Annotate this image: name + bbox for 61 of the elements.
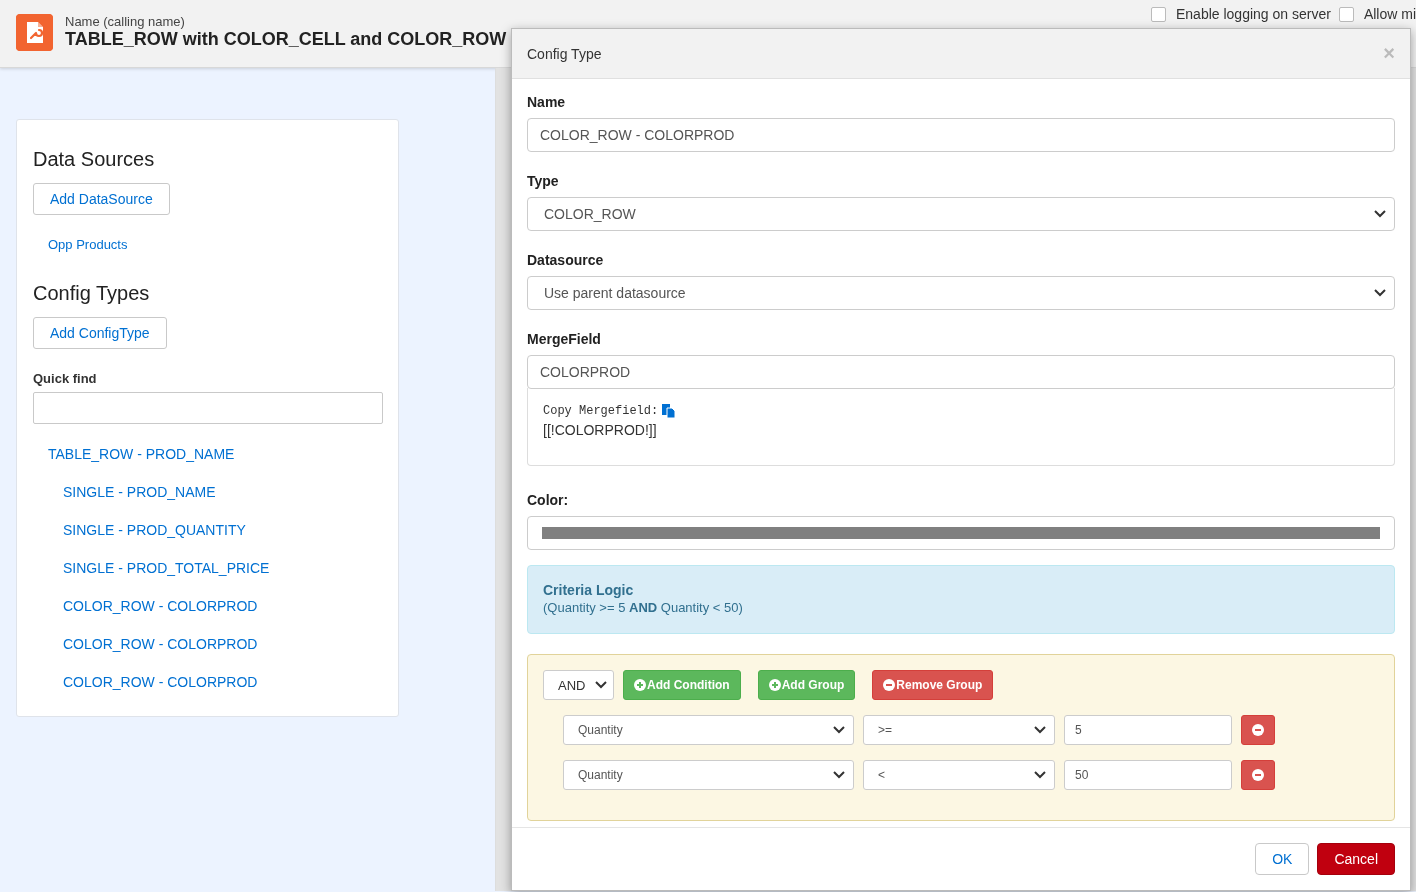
field-label: Color: [527, 492, 570, 508]
quick-find-field[interactable] [33, 392, 383, 424]
field-label: Name [527, 94, 567, 110]
option-label: Enable logging on server [1176, 6, 1331, 22]
chevron-down-icon [833, 771, 845, 779]
logic-select[interactable]: AND [543, 670, 614, 700]
tree-item[interactable]: COLOR_ROW - COLORPROD [63, 674, 382, 690]
checkbox[interactable] [1151, 6, 1166, 22]
value-field[interactable]: 50 [1064, 760, 1232, 790]
page-title: TABLE_ROW with COLOR_CELL and COLOR_ROW [65, 29, 507, 50]
remove-condition-button[interactable] [1241, 760, 1275, 790]
name-field[interactable]: COLOR_ROW - COLORPROD [527, 118, 1395, 152]
add-datasource-button[interactable]: Add DataSource [33, 183, 170, 215]
field-label: Datasource [527, 252, 605, 268]
tree-item[interactable]: TABLE_ROW - PROD_NAME [48, 446, 382, 462]
chevron-down-icon [1374, 210, 1386, 218]
chevron-down-icon [595, 681, 607, 689]
tree-item[interactable]: SINGLE - PROD_TOTAL_PRICE [63, 560, 382, 576]
operator-select[interactable]: < [863, 760, 1055, 790]
option-label: Allow mi [1363, 6, 1416, 22]
section-heading: Data Sources [33, 148, 156, 171]
remove-group-button[interactable]: Remove Group [872, 670, 994, 700]
minus-circle-icon [1252, 724, 1264, 736]
chevron-down-icon [1374, 289, 1386, 297]
chevron-down-icon [1034, 771, 1046, 779]
field-label: Quick find [33, 371, 98, 386]
plus-circle-icon [634, 679, 646, 691]
field-label: Type [527, 173, 560, 189]
remove-condition-button[interactable] [1241, 715, 1275, 745]
criteria-text: (Quantity >= 5 AND Quantity < 50) [543, 600, 743, 615]
document-wrench-icon [16, 14, 53, 51]
checkbox[interactable] [1338, 6, 1354, 22]
tree-item[interactable]: COLOR_ROW - COLORPROD [63, 598, 382, 614]
minus-circle-icon [1252, 769, 1264, 781]
plus-circle-icon [768, 679, 781, 691]
field-select[interactable]: Quantity [563, 715, 854, 745]
value-field[interactable]: 5 [1064, 715, 1232, 745]
mergefield-code: [[!COLORPROD!]] [543, 422, 657, 438]
chevron-down-icon [833, 726, 845, 734]
copy-label: Copy Mergefield: [543, 404, 659, 418]
dialog-title: Config Type [527, 45, 602, 62]
datasource-select[interactable]: Use parent datasource [527, 276, 1395, 310]
criteria-title: Criteria Logic [543, 582, 634, 598]
field-label: MergeField [527, 331, 602, 347]
ok-button[interactable]: OK [1255, 843, 1310, 875]
tree-item[interactable]: SINGLE - PROD_NAME [63, 484, 382, 500]
copy-icon[interactable] [662, 404, 677, 418]
name-caption: Name (calling name) [65, 14, 186, 29]
datasource-link[interactable]: Opp Products [48, 237, 382, 252]
minus-circle-icon [883, 679, 896, 691]
section-heading: Config Types [33, 282, 151, 305]
operator-select[interactable]: >= [863, 715, 1055, 745]
cancel-button[interactable]: Cancel [1317, 843, 1395, 875]
tree-item[interactable]: SINGLE - PROD_QUANTITY [63, 522, 382, 538]
type-select[interactable]: COLOR_ROW [527, 197, 1395, 231]
mergefield-field[interactable]: COLORPROD [527, 355, 1395, 389]
chevron-down-icon [1034, 726, 1046, 734]
field-select[interactable]: Quantity [563, 760, 854, 790]
tree-item[interactable]: COLOR_ROW - COLORPROD [63, 636, 382, 652]
color-field[interactable] [527, 516, 1395, 550]
add-configtype-button[interactable]: Add ConfigType [33, 317, 167, 349]
